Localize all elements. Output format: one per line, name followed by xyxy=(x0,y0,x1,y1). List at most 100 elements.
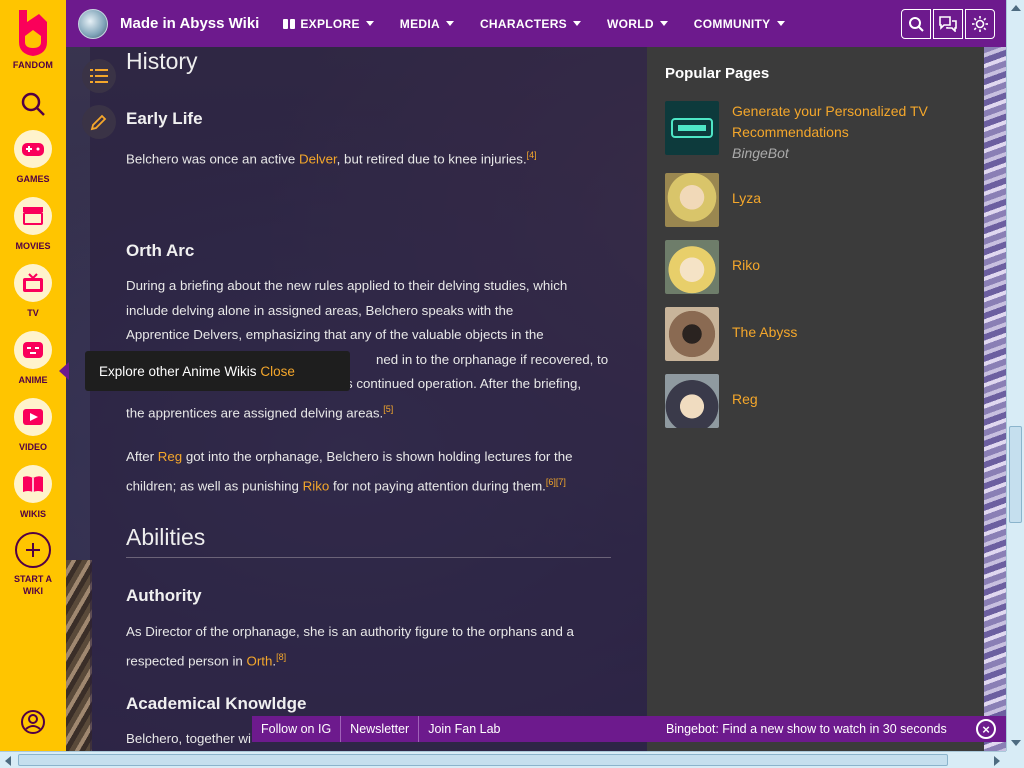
link-orth[interactable]: Orth xyxy=(246,653,272,668)
authority-paragraph: As Director of the orphanage, she is an … xyxy=(126,624,574,668)
nav-tools xyxy=(899,9,995,39)
nav-media[interactable]: MEDIA xyxy=(400,17,454,31)
nav-characters[interactable]: CHARACTERS xyxy=(480,17,581,31)
start-a-wiki-button[interactable]: START A WIKI xyxy=(14,532,52,597)
rail-item-anime[interactable]: ANIME xyxy=(14,331,52,386)
wiki-search-button[interactable] xyxy=(901,9,931,39)
join-fan-lab-link[interactable]: Join Fan Lab xyxy=(419,716,509,742)
popular-page-item[interactable]: Riko xyxy=(665,240,760,294)
discussions-button[interactable] xyxy=(933,9,963,39)
fandom-logo-icon[interactable] xyxy=(15,8,51,58)
plus-icon xyxy=(15,532,51,568)
explore-icon xyxy=(283,18,296,29)
orth-arc-paragraph-1: During a briefing about the new rules ap… xyxy=(126,278,609,420)
anime-face-icon xyxy=(14,331,52,369)
reference-link[interactable]: [6] xyxy=(546,477,556,487)
play-icon xyxy=(14,398,52,436)
clapperboard-icon xyxy=(14,197,52,235)
link-reg[interactable]: Reg xyxy=(158,449,182,464)
list-icon xyxy=(90,69,108,83)
scroll-right-arrow-icon[interactable] xyxy=(994,756,1000,766)
rail-item-video[interactable]: VIDEO xyxy=(14,398,52,453)
tooltip-close-link[interactable]: Close xyxy=(260,364,295,379)
tooltip-pointer xyxy=(59,362,69,380)
popular-page-link[interactable]: Lyza xyxy=(732,190,761,206)
popular-page-link[interactable]: The Abyss xyxy=(732,324,797,340)
popular-page-link[interactable]: Riko xyxy=(732,257,760,273)
popular-page-link[interactable]: Generate your Personalized TV xyxy=(732,103,928,119)
nav-community[interactable]: COMMUNITY xyxy=(694,17,785,31)
riko-thumbnail xyxy=(665,240,719,294)
sun-icon xyxy=(972,16,988,32)
popular-page-item[interactable]: Generate your Personalized TV Recommenda… xyxy=(665,101,928,164)
explore-wikis-tooltip: Explore other Anime Wikis Close xyxy=(85,351,350,391)
rail-item-tv[interactable]: TV xyxy=(14,264,52,319)
scroll-down-arrow-icon[interactable] xyxy=(1011,740,1021,746)
section-heading-history: History xyxy=(126,48,198,74)
rail-item-label: WIKIS xyxy=(20,509,46,519)
popular-page-link[interactable]: Reg xyxy=(732,391,758,407)
vertical-scrollbar[interactable] xyxy=(1006,0,1024,751)
rail-item-games[interactable]: GAMES xyxy=(14,130,52,185)
scroll-up-arrow-icon[interactable] xyxy=(1011,5,1021,11)
wiki-name[interactable]: Made in Abyss Wiki xyxy=(120,15,259,32)
rail-item-movies[interactable]: MOVIES xyxy=(14,197,52,252)
table-of-contents-button[interactable] xyxy=(82,59,116,93)
reference-link[interactable]: [4] xyxy=(527,150,537,160)
chevron-down-icon xyxy=(445,21,454,26)
the-abyss-thumbnail xyxy=(665,307,719,361)
link-riko[interactable]: Riko xyxy=(303,478,330,493)
subsection-heading-authority: Authority xyxy=(126,586,202,605)
subsection-heading-orth-arc: Orth Arc xyxy=(126,241,195,260)
reference-link[interactable]: [5] xyxy=(383,404,393,414)
user-account-icon[interactable] xyxy=(20,709,46,735)
popular-page-item[interactable]: Lyza xyxy=(665,173,761,227)
early-life-paragraph: Belchero was once an active Delver, but … xyxy=(126,150,537,167)
popular-page-link[interactable]: Recommendations xyxy=(732,124,849,140)
search-icon xyxy=(909,17,924,32)
nav-explore[interactable]: EXPLORE xyxy=(283,17,374,31)
horizontal-scrollbar[interactable] xyxy=(0,751,1006,768)
search-icon[interactable] xyxy=(19,90,47,118)
rail-item-label: MOVIES xyxy=(15,241,51,251)
chevron-down-icon xyxy=(659,21,668,26)
popular-pages-title: Popular Pages xyxy=(665,65,770,82)
follow-on-ig-link[interactable]: Follow on IG xyxy=(252,716,342,742)
popular-page-item[interactable]: The Abyss xyxy=(665,307,797,361)
nav-world[interactable]: WORLD xyxy=(607,17,668,31)
scroll-left-arrow-icon[interactable] xyxy=(5,756,11,766)
tv-icon xyxy=(14,264,52,302)
close-icon[interactable]: × xyxy=(976,719,996,739)
link-delver[interactable]: Delver xyxy=(299,151,337,166)
popular-page-item[interactable]: Reg xyxy=(665,374,758,428)
horizontal-scrollbar-thumb[interactable] xyxy=(18,754,948,766)
newsletter-link[interactable]: Newsletter xyxy=(341,716,420,742)
theme-toggle-button[interactable] xyxy=(965,9,995,39)
chevron-down-icon xyxy=(572,21,581,26)
reference-link[interactable]: [8] xyxy=(276,652,286,662)
tooltip-text: Explore other Anime Wikis xyxy=(99,363,257,379)
right-rail: Popular Pages Generate your Personalized… xyxy=(647,47,984,751)
rail-item-label: ANIME xyxy=(18,375,48,385)
chevron-down-icon xyxy=(365,21,374,26)
reg-thumbnail xyxy=(665,374,719,428)
subsection-heading-early-life: Early Life xyxy=(126,109,203,128)
bingebot-promo[interactable]: Bingebot: Find a new show to watch in 30… xyxy=(666,716,947,742)
gamepad-icon xyxy=(14,130,52,168)
wiki-logo[interactable] xyxy=(78,8,108,39)
fandom-global-nav: FANDOM GAMES MOVIES TV ANIME VIDEO WIKIS… xyxy=(0,0,66,751)
start-a-wiki-label: START A WIKI xyxy=(14,574,52,596)
fandom-label[interactable]: FANDOM xyxy=(13,60,53,70)
article-content: History Early Life Belchero was once an … xyxy=(90,47,647,751)
chevron-down-icon xyxy=(776,21,785,26)
edit-page-button[interactable] xyxy=(82,105,116,139)
bingebot-thumbnail xyxy=(665,101,719,155)
rail-item-label: TV xyxy=(27,308,39,318)
scrollbar-corner xyxy=(1006,751,1024,768)
rail-item-label: GAMES xyxy=(16,174,50,184)
vertical-scrollbar-thumb[interactable] xyxy=(1009,426,1022,523)
reference-link[interactable]: [7] xyxy=(556,477,566,487)
popular-page-source: BingeBot xyxy=(732,145,789,161)
rail-item-wikis[interactable]: WIKIS xyxy=(14,465,52,520)
background-art-right-strip xyxy=(984,47,1008,751)
